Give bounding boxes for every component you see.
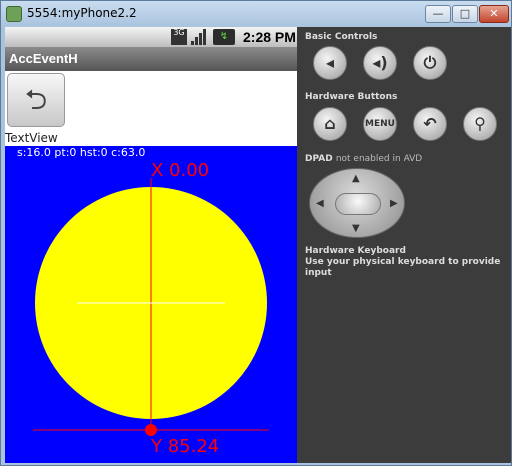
volume-down-icon[interactable]: ◂ bbox=[313, 46, 347, 80]
dpad-left-icon[interactable]: ◀ bbox=[316, 198, 324, 209]
maximize-button[interactable]: □ bbox=[452, 5, 478, 23]
dpad-up-icon[interactable]: ▲ bbox=[352, 173, 360, 184]
app-icon bbox=[6, 6, 22, 22]
keyboard-note: Use your physical keyboard to provide in… bbox=[305, 257, 501, 278]
menu-button[interactable]: MENU bbox=[363, 107, 397, 141]
network-3g-icon: 3G bbox=[171, 29, 187, 45]
volume-up-icon[interactable]: ◂) bbox=[363, 46, 397, 80]
signal-icon bbox=[191, 29, 207, 45]
battery-icon: ↯ bbox=[213, 29, 235, 45]
minimize-button[interactable]: — bbox=[425, 5, 451, 23]
device-screen: 3G ↯ 2:28 PM AccEventH ⮌ TextView X 0.00… bbox=[5, 27, 297, 463]
dpad-right-icon[interactable]: ▶ bbox=[390, 198, 398, 209]
search-icon[interactable]: ⚲ bbox=[463, 107, 497, 141]
x-value-label: X 0.00 bbox=[151, 160, 209, 181]
dpad-center-button[interactable] bbox=[335, 193, 381, 215]
y-value-label: Y 85.24 bbox=[150, 436, 219, 457]
dpad[interactable]: ▲ ▼ ◀ ▶ bbox=[309, 168, 405, 238]
position-marker bbox=[145, 424, 157, 436]
canvas-drawing: X 0.00 Y 85.24 bbox=[33, 160, 269, 457]
status-bar: 3G ↯ 2:28 PM bbox=[5, 27, 297, 47]
keyboard-title: Hardware Keyboard bbox=[305, 246, 406, 256]
sensor-stats: s:16.0 pt:0 hst:0 c:63.0 bbox=[17, 146, 146, 159]
basic-controls-title: Basic Controls bbox=[305, 32, 378, 42]
title-bar[interactable]: 5554:myPhone2.2 — □ ✕ bbox=[1, 1, 511, 27]
back-button[interactable]: ⮌ bbox=[7, 73, 65, 127]
textview-label: TextView bbox=[5, 131, 58, 145]
emulator-controls-panel: Basic Controls ◂ ◂) ⏻ Hardware Buttons ⌂… bbox=[297, 27, 511, 463]
home-icon[interactable]: ⌂ bbox=[313, 107, 347, 141]
emulator-window: 5554:myPhone2.2 — □ ✕ 3G ↯ 2:28 PM AccEv… bbox=[0, 0, 512, 466]
close-button[interactable]: ✕ bbox=[479, 5, 509, 23]
back-icon[interactable]: ↶ bbox=[413, 107, 447, 141]
dpad-down-icon[interactable]: ▼ bbox=[352, 223, 360, 234]
accelerometer-canvas[interactable]: X 0.00 Y 85.24 s:16.0 pt:0 hst:0 c:63.0 bbox=[5, 146, 297, 463]
power-icon[interactable]: ⏻ bbox=[413, 46, 447, 80]
status-time: 2:28 PM bbox=[243, 29, 296, 45]
hardware-buttons-title: Hardware Buttons bbox=[305, 92, 398, 102]
dpad-label: DPAD bbox=[305, 154, 333, 164]
dpad-title: DPAD not enabled in AVD bbox=[305, 154, 422, 164]
dpad-note: not enabled in AVD bbox=[335, 154, 423, 164]
app-title-bar: AccEventH bbox=[5, 47, 297, 71]
window-title: 5554:myPhone2.2 bbox=[27, 6, 137, 20]
app-content: ⮌ TextView X 0.00 Y 85.24 s:16.0 pt:0 hs… bbox=[5, 71, 297, 463]
